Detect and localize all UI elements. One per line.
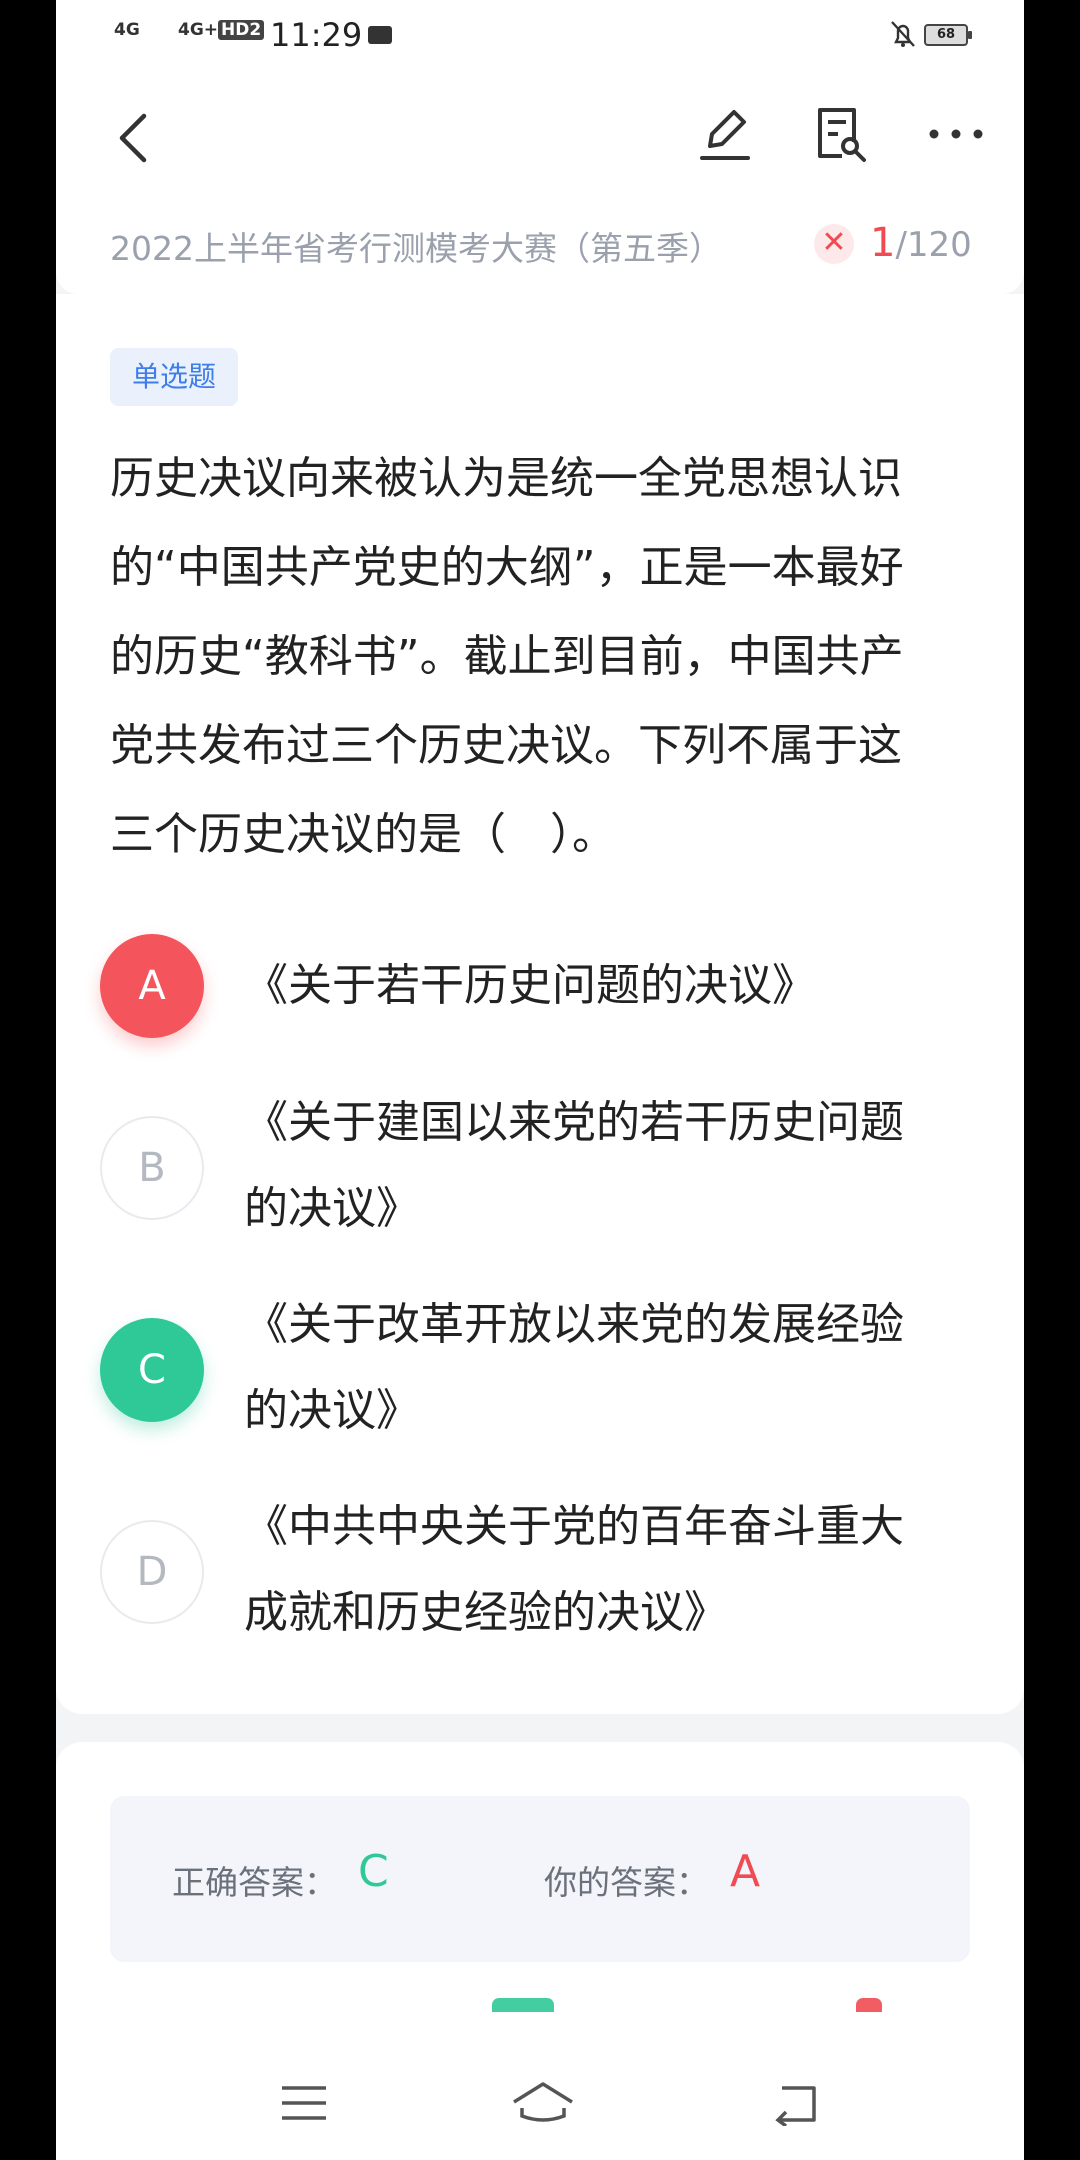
question-progress[interactable]: 1/120 <box>870 220 972 266</box>
question-stem: 历史决议向来被认为是统一全党思想认识 的“中国共产党史的大纲”，正是一本最好 的… <box>110 434 950 879</box>
more-icon[interactable] <box>926 124 986 144</box>
option-a-badge[interactable]: A <box>100 934 204 1038</box>
option-a-text[interactable]: 《关于若干历史问题的决议》 <box>244 943 974 1029</box>
question-type-tag: 单选题 <box>110 348 239 406</box>
option-c-text[interactable]: 《关于改革开放以来党的发展经验 的决议》 <box>244 1282 974 1454</box>
question-card: 单选题 历史决议向来被认为是统一全党思想认识 的“中国共产党史的大纲”，正是一本… <box>56 294 1024 1714</box>
signal-4g-plus-icon: 4G+ <box>178 20 219 40</box>
stats-peek-middle <box>492 1998 572 2012</box>
stats-peek-right <box>856 1998 896 2012</box>
stats-peek-left: ​ <box>164 1998 244 2012</box>
option-line: 《中共中央关于党的百年奋斗重大 <box>244 1501 904 1552</box>
system-nav-bar <box>56 2044 1024 2160</box>
wrong-close-icon: ✕ <box>814 224 854 264</box>
option-line: 《关于改革开放以来党的发展经验 <box>244 1299 904 1350</box>
option-line: 的决议》 <box>244 1385 420 1436</box>
mute-bell-icon <box>888 18 918 57</box>
option-line: 《关于若干历史问题的决议》 <box>244 960 816 1011</box>
status-bar: 4G 4G+ HD2 11:29 68 <box>56 0 1024 72</box>
phone-screen: 4G 4G+ HD2 11:29 68 2022上半年省考行测模考大赛（第五季）… <box>56 0 1024 2160</box>
answer-summary: 正确答案： C 你的答案： A <box>110 1796 970 1962</box>
edit-icon[interactable] <box>696 102 754 164</box>
your-answer-label: 你的答案： <box>544 1863 709 1902</box>
question-line: 的“中国共产党史的大纲”，正是一本最好 <box>110 542 904 593</box>
video-record-icon <box>368 26 392 44</box>
option-b-badge[interactable]: B <box>100 1116 204 1220</box>
status-time: 11:29 <box>270 16 363 54</box>
back-nav-icon[interactable] <box>768 2080 828 2128</box>
question-line: 三个历史决议的是（ ）。 <box>110 809 616 860</box>
signal-4g-icon: 4G <box>114 20 140 40</box>
your-answer-value: A <box>730 1846 761 1897</box>
option-line: 成就和历史经验的决议》 <box>244 1587 728 1638</box>
option-line: 《关于建国以来党的若干历史问题 <box>244 1097 904 1148</box>
question-line: 的历史“教科书”。截止到目前，中国共产 <box>110 631 904 682</box>
progress-current: 1 <box>870 220 896 266</box>
option-b-text[interactable]: 《关于建国以来党的若干历史问题 的决议》 <box>244 1080 974 1252</box>
option-c-badge[interactable]: C <box>100 1318 204 1422</box>
battery-icon: 68 <box>924 24 972 46</box>
hd-icon: HD2 <box>218 20 265 40</box>
menu-icon[interactable] <box>274 2080 334 2126</box>
option-line: 的决议》 <box>244 1183 420 1234</box>
progress-total: /120 <box>895 225 972 265</box>
option-d-text[interactable]: 《中共中央关于党的百年奋斗重大 成就和历史经验的决议》 <box>244 1484 974 1656</box>
home-icon[interactable] <box>510 2080 576 2126</box>
correct-answer-label: 正确答案： <box>172 1863 337 1902</box>
option-d-badge[interactable]: D <box>100 1520 204 1624</box>
back-icon[interactable] <box>108 108 158 168</box>
question-line: 党共发布过三个历史决议。下列不属于这 <box>110 720 902 771</box>
answer-sheet-icon[interactable] <box>812 102 870 164</box>
exam-title: 2022上半年省考行测模考大赛（第五季） <box>110 229 722 268</box>
question-line: 历史决议向来被认为是统一全党思想认识 <box>110 453 902 504</box>
header: 2022上半年省考行测模考大赛（第五季） ✕ 1/120 <box>56 72 1024 294</box>
correct-answer-value: C <box>358 1846 389 1897</box>
